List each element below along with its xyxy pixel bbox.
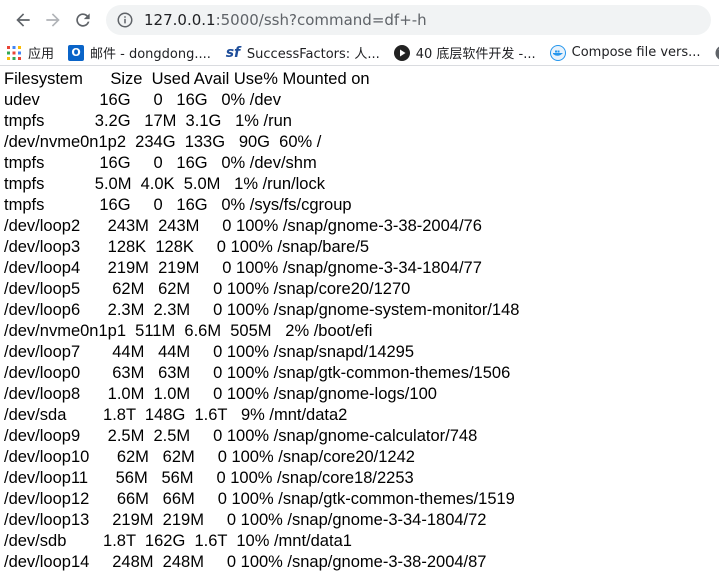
bookmark-10[interactable]: 10	[715, 45, 719, 61]
output-line: /dev/loop14 248M 248M 0 100% /snap/gnome…	[4, 553, 487, 571]
df-output: Filesystem Size Used Avail Use% Mounted …	[4, 69, 715, 573]
output-line: /dev/loop11 56M 56M 0 100% /snap/core18/…	[4, 469, 414, 487]
sf-icon: sf	[225, 44, 241, 61]
output-line: udev 16G 0 16G 0% /dev	[4, 91, 281, 109]
output-line: /dev/nvme0n1p2 234G 133G 90G 60% /	[4, 133, 322, 151]
outlook-icon: O	[68, 44, 85, 61]
arrow-left-icon	[16, 13, 30, 27]
output-line: tmpfs 16G 0 16G 0% /dev/shm	[4, 154, 317, 172]
bookmark-software-dev[interactable]: 40 底层软件开发 -...	[393, 43, 536, 62]
output-line: /dev/loop10 62M 62M 0 100% /snap/core20/…	[4, 448, 415, 466]
globe-icon	[715, 45, 719, 61]
bookmark-label: SuccessFactors: 人...	[246, 47, 380, 62]
output-line: /dev/loop7 44M 44M 0 100% /snap/snapd/14…	[4, 343, 415, 361]
info-icon	[117, 12, 133, 28]
output-line: /dev/loop13 219M 219M 0 100% /snap/gnome…	[4, 511, 487, 529]
output-line: /dev/loop12 66M 66M 0 100% /snap/gtk-com…	[4, 490, 515, 508]
bookmark-label: 邮件 - dongdong....	[90, 47, 211, 62]
output-line: /dev/loop6 2.3M 2.3M 0 100% /snap/gnome-…	[4, 301, 520, 319]
output-line: tmpfs 16G 0 16G 0% /sys/fs/cgroup	[4, 196, 352, 214]
reload-icon	[76, 13, 90, 27]
play-circle-icon	[393, 44, 410, 61]
bookmark-compose[interactable]: Compose file vers...	[549, 44, 701, 61]
address-bar[interactable]: 127.0.0.1:5000/ssh?command=df+-h	[106, 5, 711, 35]
output-line: /dev/sda 1.8T 148G 1.6T 9% /mnt/data2	[4, 406, 348, 424]
forward-button[interactable]	[38, 5, 68, 35]
output-line: /dev/loop8 1.0M 1.0M 0 100% /snap/gnome-…	[4, 385, 437, 403]
docker-icon	[549, 44, 566, 61]
bookmark-label: 应用	[28, 47, 55, 62]
bookmark-label: 40 底层软件开发 -...	[415, 47, 536, 62]
bookmark-mail[interactable]: O 邮件 - dongdong....	[68, 43, 211, 62]
output-line: /dev/loop9 2.5M 2.5M 0 100% /snap/gnome-…	[4, 427, 478, 445]
back-button[interactable]	[8, 5, 38, 35]
page-content: Filesystem Size Used Avail Use% Mounted …	[0, 66, 719, 576]
browser-toolbar: 127.0.0.1:5000/ssh?command=df+-h	[0, 0, 719, 40]
bookmark-apps[interactable]: 应用	[6, 43, 54, 62]
output-line: /dev/loop3 128K 128K 0 100% /snap/bare/5	[4, 238, 370, 256]
url-path: :5000/ssh?command=df+-h	[215, 11, 427, 29]
output-line: /dev/loop4 219M 219M 0 100% /snap/gnome-…	[4, 259, 482, 277]
output-line: /dev/nvme0n1p1 511M 6.6M 505M 2% /boot/e…	[4, 322, 373, 340]
reload-button[interactable]	[68, 5, 98, 35]
bookmark-label: Compose file vers...	[571, 45, 701, 60]
output-line: /dev/loop5 62M 62M 0 100% /snap/core20/1…	[4, 280, 411, 298]
output-line: /dev/sdb 1.8T 162G 1.6T 10% /mnt/data1	[4, 532, 352, 550]
output-line: tmpfs 3.2G 17M 3.1G 1% /run	[4, 112, 292, 130]
url-host: 127.0.0.1	[144, 11, 216, 29]
output-header: Filesystem Size Used Avail Use% Mounted …	[4, 70, 370, 88]
apps-grid-icon	[6, 45, 22, 61]
output-line: tmpfs 5.0M 4.0K 5.0M 1% /run/lock	[4, 175, 325, 193]
url-text: 127.0.0.1:5000/ssh?command=df+-h	[144, 11, 427, 29]
bookmarks-bar: 应用 O 邮件 - dongdong.... sf SuccessFactors…	[0, 40, 719, 66]
output-line: /dev/loop2 243M 243M 0 100% /snap/gnome-…	[4, 217, 482, 235]
bookmark-successfactors[interactable]: sf SuccessFactors: 人...	[225, 43, 380, 63]
output-line: /dev/loop0 63M 63M 0 100% /snap/gtk-comm…	[4, 364, 511, 382]
arrow-right-icon	[46, 13, 60, 27]
